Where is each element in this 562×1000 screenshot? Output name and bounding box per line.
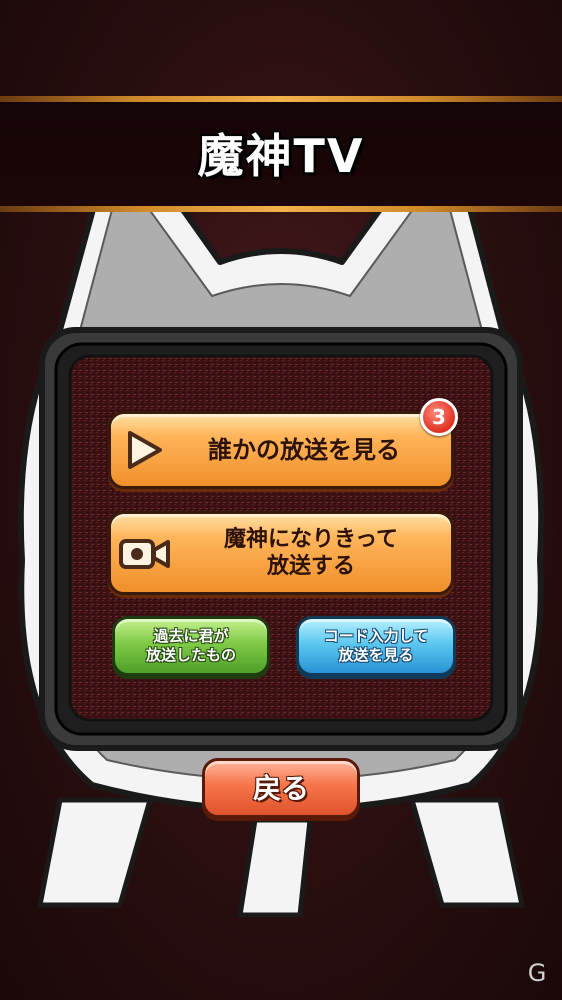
page-title: 魔神TV	[197, 129, 365, 183]
past-broadcasts-label-line2: 放送したもの	[145, 646, 236, 664]
back-button-label: 戻る	[252, 771, 309, 805]
video-camera-icon	[119, 539, 170, 569]
past-broadcasts-label-line1: 過去に君が	[153, 627, 229, 646]
title-banner-bottom-rule	[0, 206, 562, 212]
watermark-letter: G	[527, 959, 547, 987]
enter-code-label-line1: コード入力して	[323, 627, 429, 646]
title-banner-top-rule	[0, 96, 562, 102]
enter-code-label-line2: 放送を見る	[338, 646, 414, 664]
site-logo-icon: G	[522, 958, 552, 988]
start-broadcast-label-line1: 魔神になりきって	[223, 526, 399, 552]
start-broadcast-label-line2: 放送する	[266, 554, 355, 579]
play-icon	[128, 431, 162, 469]
watch-broadcast-label: 誰かの放送を見る	[208, 436, 400, 464]
magic-tv-screen: 魔神TV 誰かの放送を見る 3 魔神になりきって 放送する 過去に君が 放送した…	[0, 0, 562, 1000]
past-broadcasts-button[interactable]: 過去に君が 放送したもの	[112, 616, 270, 676]
enter-code-button[interactable]: コード入力して 放送を見る	[296, 616, 456, 676]
new-broadcast-count-badge: 3	[420, 398, 458, 436]
back-button[interactable]: 戻る	[202, 758, 360, 818]
